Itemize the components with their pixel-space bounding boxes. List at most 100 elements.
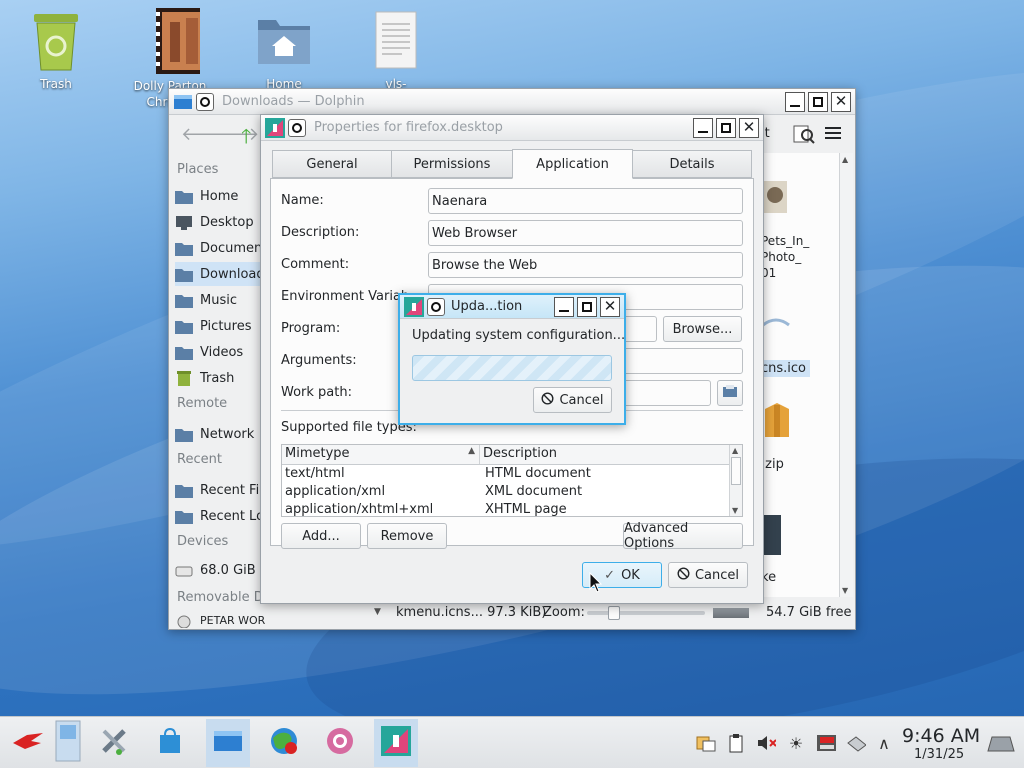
shopping-bag-icon xyxy=(157,727,183,759)
show-desktop-icon[interactable] xyxy=(986,733,1016,753)
properties-titlebar[interactable]: Properties for firefox.desktop ✕ xyxy=(261,115,763,141)
sidebar-item-recent-locations[interactable]: Recent Lo xyxy=(175,504,265,528)
desktop-icon-trash[interactable]: Trash xyxy=(10,10,102,92)
hamburger-menu-icon[interactable] xyxy=(825,124,843,142)
status-file-info: kmenu.icns... 97.3 KiB) xyxy=(396,605,547,620)
table-row[interactable]: application/xml XML document xyxy=(282,483,742,501)
app-launcher-button[interactable] xyxy=(6,719,50,767)
image-file-icon[interactable] xyxy=(761,177,789,217)
pin-icon[interactable] xyxy=(288,118,306,137)
description-field[interactable]: Web Browser xyxy=(428,220,743,246)
minimize-button[interactable] xyxy=(554,296,574,317)
sidebar-item-documents[interactable]: Documen xyxy=(175,236,265,260)
column-header-mimetype[interactable]: Mimetype ▲ xyxy=(282,445,480,464)
add-button[interactable]: Add... xyxy=(281,523,361,549)
name-field[interactable]: Naenara xyxy=(428,188,743,214)
scroll-down-arrow-icon[interactable]: ▼ xyxy=(732,506,738,515)
tab-general[interactable]: General xyxy=(272,150,392,178)
up-arrow-icon[interactable]: 🡑 xyxy=(241,122,251,156)
file-label-selected[interactable]: cns.ico xyxy=(757,360,811,377)
browser-taskbar[interactable] xyxy=(262,719,306,767)
sidebar-item-usb[interactable]: PETAR WORLD COLLECTI xyxy=(175,611,265,629)
minimize-button[interactable] xyxy=(785,91,805,112)
maximize-button[interactable] xyxy=(716,117,736,138)
pin-icon[interactable] xyxy=(427,297,445,316)
table-row[interactable]: application/xhtml+xml XHTML page xyxy=(282,501,742,517)
sidebar-item-music[interactable]: Music xyxy=(175,288,265,312)
status-scroll-icon[interactable]: ▼ xyxy=(374,607,381,617)
desktop-icon-video[interactable] xyxy=(124,6,216,74)
properties-taskbar[interactable] xyxy=(374,719,418,767)
tab-permissions[interactable]: Permissions xyxy=(391,150,513,178)
archive-icon[interactable] xyxy=(761,401,791,441)
scroll-down-arrow-icon[interactable]: ▼ xyxy=(842,586,848,595)
tray-expand-icon[interactable]: ∧ xyxy=(874,733,894,753)
clock-time[interactable]: 9:46 AM xyxy=(902,725,980,747)
dolphin-titlebar[interactable]: Downloads — Dolphin ✕ xyxy=(169,89,855,115)
cancel-icon xyxy=(541,391,554,409)
maximize-button[interactable] xyxy=(808,91,828,112)
zoom-slider[interactable] xyxy=(587,606,705,620)
sidebar-item-drive[interactable]: 68.0 GiB I xyxy=(175,558,265,582)
updating-progress-bar xyxy=(412,355,612,381)
store-taskbar[interactable] xyxy=(148,719,192,767)
sidebar-item-downloads[interactable]: Download xyxy=(175,262,265,286)
notifications-icon[interactable] xyxy=(696,733,716,753)
table-scrollbar[interactable]: ▲ ▼ xyxy=(729,445,742,516)
icon-file-icon[interactable] xyxy=(761,313,791,333)
remove-button[interactable]: Remove xyxy=(367,523,447,549)
close-button[interactable]: ✕ xyxy=(831,91,851,112)
updating-cancel-button[interactable]: Cancel xyxy=(533,387,612,413)
dolphin-taskbar[interactable] xyxy=(206,719,250,767)
brightness-icon[interactable]: ☀ xyxy=(786,733,806,753)
close-button[interactable]: ✕ xyxy=(600,296,620,317)
scroll-up-arrow-icon[interactable]: ▲ xyxy=(842,155,848,164)
column-header-label: Description xyxy=(483,446,558,461)
updating-titlebar[interactable]: Upda...tion ✕ xyxy=(400,295,624,319)
browse-button[interactable]: Browse... xyxy=(663,316,742,342)
cancel-button[interactable]: Cancel xyxy=(668,562,748,588)
scroll-up-arrow-icon[interactable]: ▲ xyxy=(732,446,738,455)
tab-application[interactable]: Application xyxy=(512,149,633,179)
sidebar-item-recent-files[interactable]: Recent Fil xyxy=(175,478,265,502)
scroll-thumb[interactable] xyxy=(731,457,741,485)
volume-muted-icon[interactable] xyxy=(756,733,776,753)
cell-mimetype: text/html xyxy=(285,466,345,481)
system-settings-taskbar[interactable] xyxy=(92,719,136,767)
sidebar-item-label: Recent Fil xyxy=(200,482,263,498)
free-space-label[interactable]: 54.7 GiB free xyxy=(766,605,851,620)
storage-icon[interactable] xyxy=(816,733,836,753)
desktop-pager-icon xyxy=(54,719,82,767)
file-view-scrollbar[interactable]: ▲ ▼ xyxy=(839,153,853,597)
remote-header: Remote xyxy=(177,396,228,411)
sidebar-item-network[interactable]: Network xyxy=(175,422,265,446)
comment-field[interactable]: Browse the Web xyxy=(428,252,743,278)
cell-mimetype: application/xhtml+xml xyxy=(285,502,434,517)
zoom-slider-handle[interactable] xyxy=(608,606,620,620)
sidebar-item-trash[interactable]: Trash xyxy=(175,366,265,390)
pager-button[interactable] xyxy=(46,719,90,767)
table-row[interactable]: text/html HTML document xyxy=(282,465,742,483)
sidebar-item-home[interactable]: Home xyxy=(175,184,265,208)
cell-description: HTML document xyxy=(485,466,591,481)
clock-date[interactable]: 1/31/25 xyxy=(914,747,964,762)
sidebar-item-videos[interactable]: Videos xyxy=(175,340,265,364)
advanced-options-button[interactable]: Advanced Options xyxy=(623,521,743,551)
pin-icon[interactable] xyxy=(196,92,214,111)
desktop-icon-home[interactable]: Home xyxy=(238,10,330,92)
clipboard-icon[interactable] xyxy=(726,733,746,753)
forward-arrow-icon[interactable]: 🡒 xyxy=(211,124,259,145)
folder-browse-button[interactable] xyxy=(717,380,743,406)
sidebar-item-pictures[interactable]: Pictures xyxy=(175,314,265,338)
column-header-description[interactable]: Description xyxy=(480,445,742,464)
network-icon[interactable] xyxy=(846,733,866,753)
search-icon[interactable] xyxy=(793,124,815,144)
sidebar-item-desktop[interactable]: Desktop xyxy=(175,210,265,234)
file-dark-icon[interactable] xyxy=(761,515,781,555)
cancel-label: Cancel xyxy=(559,392,604,408)
tab-details[interactable]: Details xyxy=(632,150,752,178)
media-taskbar[interactable] xyxy=(318,719,362,767)
minimize-button[interactable] xyxy=(693,117,713,138)
close-button[interactable]: ✕ xyxy=(739,117,759,138)
maximize-button[interactable] xyxy=(577,296,597,317)
